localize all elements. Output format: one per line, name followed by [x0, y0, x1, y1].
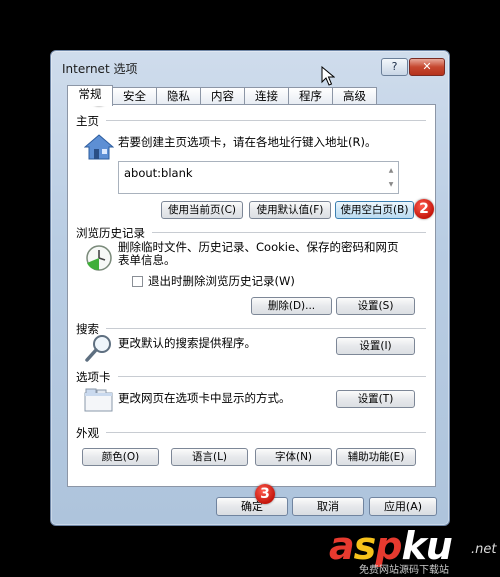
- clock-history-icon: [86, 245, 112, 271]
- window-title: Internet 选项: [62, 62, 138, 76]
- use-blank-button[interactable]: 使用空白页(B): [335, 201, 414, 219]
- fonts-button[interactable]: 字体(N): [255, 448, 332, 466]
- mouse-cursor-icon: [321, 66, 335, 86]
- tabs-settings-button[interactable]: 设置(T): [336, 390, 415, 408]
- tab-content[interactable]: 内容: [200, 87, 245, 105]
- colors-button[interactable]: 颜色(O): [82, 448, 159, 466]
- delete-on-exit-checkbox[interactable]: [132, 276, 143, 287]
- use-current-button[interactable]: 使用当前页(C): [161, 201, 243, 219]
- watermark-domain: .net: [471, 542, 497, 557]
- section-divider: [106, 328, 426, 329]
- general-tab-panel: 主页 若要创建主页选项卡，请在各地址行键入地址(R)。 about:blank …: [67, 104, 436, 487]
- homepage-address-value: about:blank: [124, 166, 193, 180]
- search-magnifier-icon: [85, 335, 111, 362]
- tabs-section-title: 选项卡: [76, 370, 111, 384]
- tab-security[interactable]: 安全: [112, 87, 157, 105]
- tab-advanced[interactable]: 高级: [332, 87, 377, 105]
- accessibility-button[interactable]: 辅助功能(E): [336, 448, 416, 466]
- ok-button[interactable]: 确定: [216, 497, 288, 516]
- section-divider: [106, 120, 426, 121]
- tab-connections[interactable]: 连接: [244, 87, 289, 105]
- tab-privacy[interactable]: 隐私: [156, 87, 201, 105]
- apply-button[interactable]: 应用(A): [369, 497, 437, 516]
- section-divider: [118, 376, 426, 377]
- languages-button[interactable]: 语言(L): [171, 448, 248, 466]
- help-button[interactable]: ?: [381, 58, 408, 76]
- use-default-button[interactable]: 使用默认值(F): [249, 201, 331, 219]
- section-divider: [106, 432, 426, 433]
- delete-on-exit-label: 退出时删除浏览历史记录(W): [148, 274, 295, 288]
- delete-history-button[interactable]: 删除(D)...: [251, 297, 332, 315]
- tab-general[interactable]: 常规: [67, 85, 113, 106]
- tabbed-window-icon: [84, 388, 113, 412]
- search-settings-button[interactable]: 设置(I): [336, 337, 415, 355]
- search-description: 更改默认的搜索提供程序。: [118, 336, 256, 350]
- section-divider: [152, 232, 426, 233]
- homepage-description: 若要创建主页选项卡，请在各地址行键入地址(R)。: [118, 135, 377, 149]
- watermark-subtitle: 免费网站源码下载站: [359, 565, 449, 576]
- aspku-watermark: aspku .net 免费网站源码下载站: [325, 524, 500, 577]
- annotation-badge-2: 2: [414, 199, 434, 219]
- homepage-address-input[interactable]: about:blank ▲ ▼: [118, 161, 399, 194]
- tabs-description: 更改网页在选项卡中显示的方式。: [118, 391, 291, 405]
- textarea-scroll-arrows[interactable]: ▲ ▼: [386, 164, 396, 192]
- homepage-section-title: 主页: [76, 114, 99, 128]
- tab-programs[interactable]: 程序: [288, 87, 333, 105]
- appearance-section-title: 外观: [76, 426, 99, 440]
- house-icon: [84, 134, 114, 160]
- title-bar[interactable]: Internet 选项 ? ✕: [51, 51, 449, 86]
- internet-options-dialog: Internet 选项 ? ✕ 常规 安全 隐私 内容 连接 程序 高级 主页 …: [50, 50, 450, 526]
- close-button[interactable]: ✕: [409, 58, 445, 76]
- cancel-button[interactable]: 取消: [292, 497, 364, 516]
- annotation-badge-3: 3: [255, 484, 275, 504]
- history-section-title: 浏览历史记录: [76, 226, 145, 240]
- history-description-line2: 表单信息。: [118, 253, 176, 267]
- history-settings-button[interactable]: 设置(S): [336, 297, 415, 315]
